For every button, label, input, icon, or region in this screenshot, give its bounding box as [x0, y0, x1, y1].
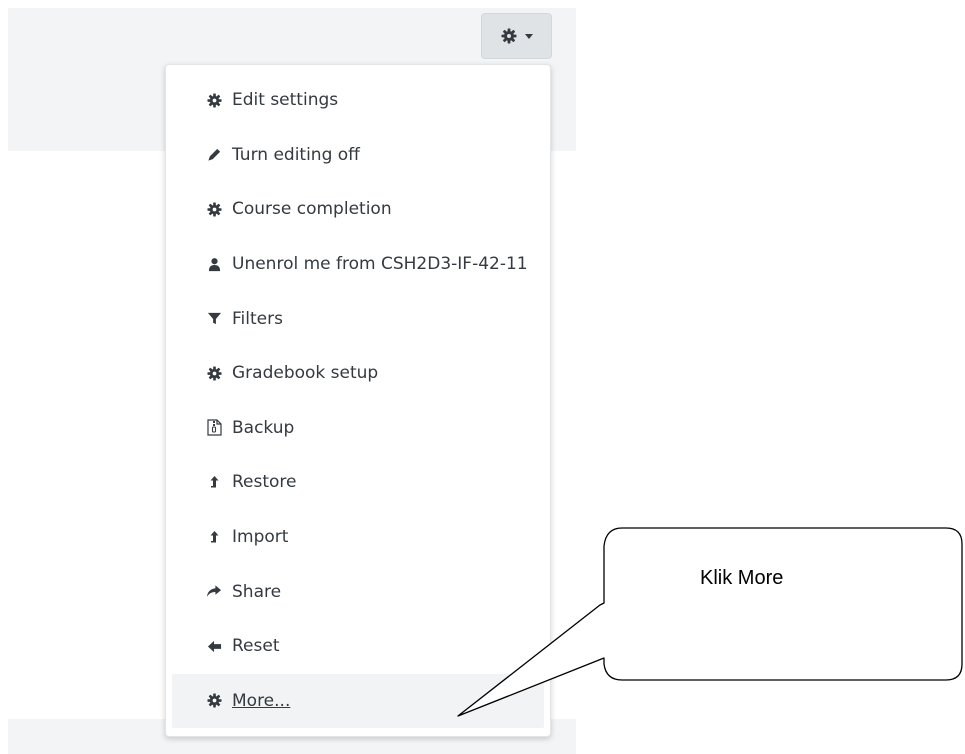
menu-item-turn-editing-off[interactable]: Turn editing off	[172, 128, 544, 183]
course-actions-dropdown-menu: Edit settings Turn editing off Course comp…	[165, 64, 551, 737]
menu-item-backup[interactable]: Backup	[172, 401, 544, 456]
gear-icon	[206, 201, 222, 217]
gear-icon	[501, 28, 517, 44]
menu-item-gradebook-setup[interactable]: Gradebook setup	[172, 346, 544, 401]
menu-item-label: Gradebook setup	[232, 363, 379, 384]
menu-item-label: Filters	[232, 308, 283, 329]
course-actions-toggle-button[interactable]	[481, 13, 552, 59]
menu-item-edit-settings[interactable]: Edit settings	[172, 73, 544, 128]
gear-icon	[206, 92, 222, 108]
filter-icon	[206, 311, 222, 327]
menu-item-label: Restore	[232, 472, 297, 493]
user-icon	[206, 256, 222, 272]
menu-item-course-completion[interactable]: Course completion	[172, 182, 544, 237]
menu-item-reset[interactable]: Reset	[172, 619, 544, 674]
menu-item-restore[interactable]: Restore	[172, 455, 544, 510]
menu-item-label: Backup	[232, 417, 295, 438]
arrow-left-icon	[206, 638, 222, 654]
menu-item-label: Import	[232, 527, 289, 548]
menu-item-label: Share	[232, 581, 282, 602]
menu-item-unenrol-me-from-csh2d3-if-42-11[interactable]: Unenrol me from CSH2D3-IF-42-11	[172, 237, 544, 292]
page: Edit settings Turn editing off Course comp…	[0, 0, 965, 754]
menu-item-label: Reset	[232, 636, 280, 657]
share-icon	[206, 584, 222, 600]
callout-text: Klik More	[700, 567, 784, 589]
menu-item-label: Course completion	[232, 199, 392, 220]
menu-item-share[interactable]: Share	[172, 564, 544, 619]
menu-item-more[interactable]: More...	[172, 673, 544, 729]
file-zip-icon	[206, 419, 222, 436]
menu-item-filters[interactable]: Filters	[172, 291, 544, 346]
menu-item-label: Edit settings	[232, 90, 339, 111]
caret-down-icon	[524, 33, 533, 39]
menu-item-label: More...	[232, 690, 291, 711]
menu-item-label: Turn editing off	[232, 144, 360, 165]
pencil-icon	[206, 147, 222, 163]
menu-item-label: Unenrol me from CSH2D3-IF-42-11	[232, 254, 528, 275]
gear-icon	[206, 693, 222, 709]
upload-icon	[206, 529, 222, 545]
upload-icon	[206, 474, 222, 490]
menu-item-import[interactable]: Import	[172, 510, 544, 565]
gear-icon	[206, 365, 222, 381]
